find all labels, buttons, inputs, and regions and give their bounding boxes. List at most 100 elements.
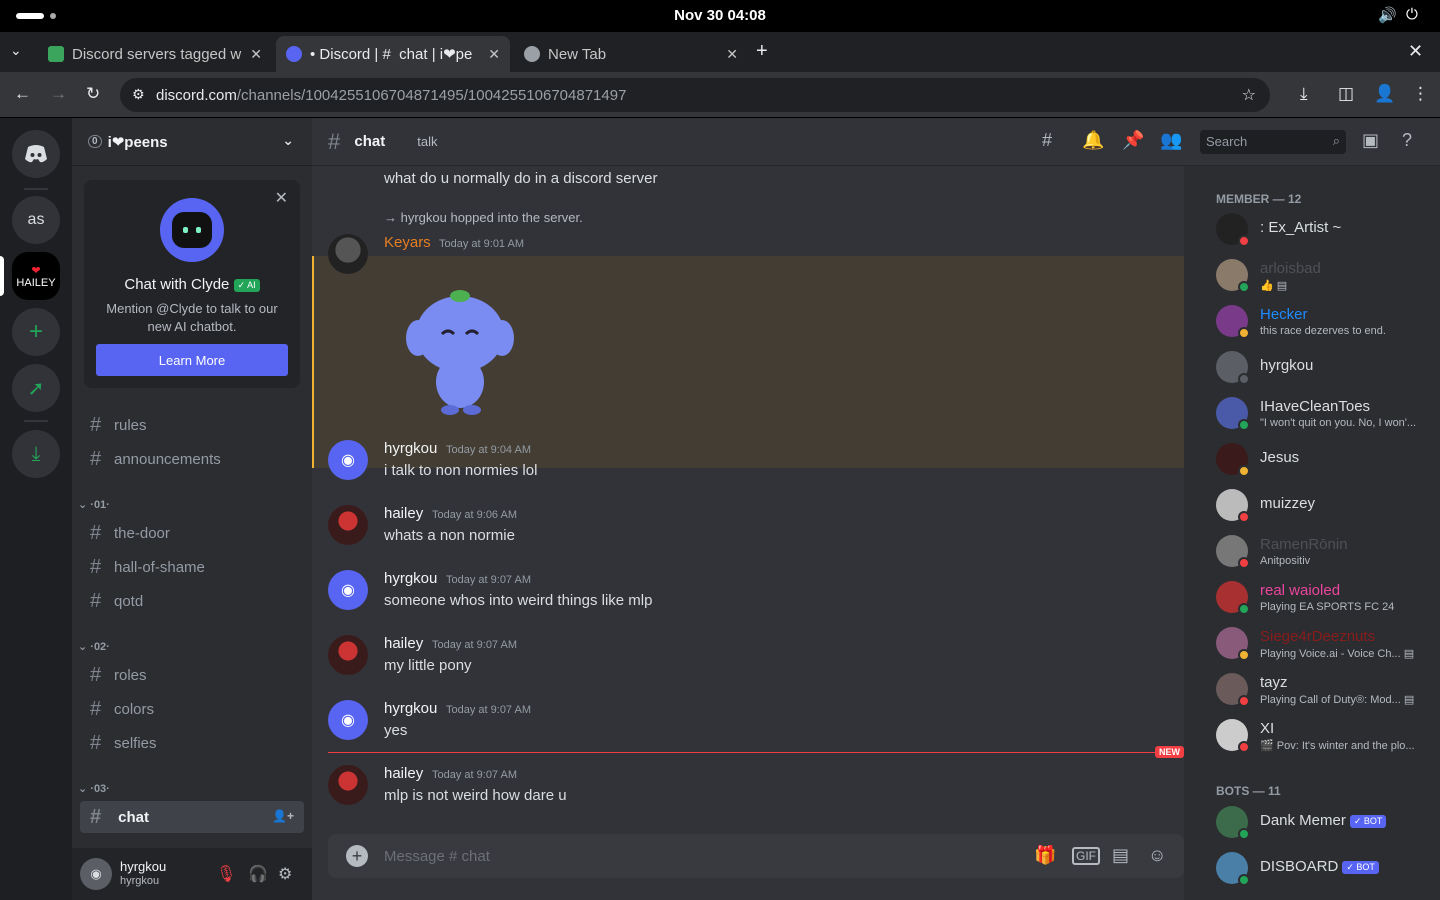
member-item[interactable]: RamenRōnin Anitpositiv [1208,530,1432,572]
power-icon[interactable]: ⏻ [1406,6,1418,23]
avatar[interactable] [328,635,368,675]
reload-icon[interactable]: ↻ [86,84,100,104]
attach-plus-icon[interactable]: + [346,845,368,867]
discord-avatar-icon[interactable]: ◉ [328,570,368,610]
message-input[interactable] [384,842,984,870]
kebab-menu-icon[interactable]: ⋮ [1412,84,1429,104]
url-bar[interactable]: ⚙ discord.com/channels/10042551067048714… [120,78,1270,112]
channel-selfies[interactable]: # selfies [80,727,304,759]
help-icon[interactable]: ? [1402,130,1412,151]
window-close-icon[interactable]: ✕ [1408,41,1423,62]
clyde-promo-card: ✕ Chat with Clyde ✓ AI Mention @Clyde to… [84,180,300,388]
message-author[interactable]: hyrgkou [384,700,437,717]
gear-icon[interactable]: ⚙ [278,864,292,884]
channel-the-door[interactable]: # the-door [80,517,304,549]
download-icon[interactable]: ⤓ [1300,84,1308,104]
threads-icon[interactable]: # [1042,130,1052,151]
channel-roles[interactable]: # roles [80,659,304,691]
sticker-icon[interactable]: ▤ [1112,845,1129,866]
search-input[interactable]: Search ⌕ [1200,130,1346,154]
channel-label: selfies [114,734,157,752]
message-author[interactable]: hailey [384,635,423,652]
discord-home-icon[interactable] [12,130,60,178]
emoji-icon[interactable]: ☺ [1148,845,1166,866]
avatar[interactable] [328,765,368,805]
volume-icon[interactable]: 🔊 [1378,6,1397,24]
message-author[interactable]: hyrgkou [384,440,437,457]
avatar[interactable]: ◉ [80,858,112,890]
member-item[interactable]: real waioled Playing EA SPORTS FC 24 [1208,576,1432,618]
forward-arrow-icon[interactable]: → [50,84,67,104]
bookmark-star-icon[interactable]: ☆ [1242,85,1256,105]
message-author[interactable]: Keyars [384,234,431,251]
category-02[interactable]: ⌄ ·02· [78,640,110,653]
channel-chat-selected[interactable]: # chat 👤+ [80,801,304,833]
system-clock[interactable]: Nov 30 04:08 [0,7,1440,24]
mic-muted-icon[interactable]: 🎙 [216,864,236,884]
member-item[interactable]: muizzey [1208,484,1432,526]
member-item[interactable]: IHaveCleanToes "I won't quit on you. No, … [1208,392,1432,434]
browser-tab[interactable]: New Tab ✕ [514,36,748,72]
close-icon[interactable]: ✕ [726,46,738,63]
side-panel-icon[interactable]: ◫ [1338,84,1354,104]
close-icon[interactable]: ✕ [488,46,500,63]
bell-icon[interactable]: 🔔 [1082,130,1104,151]
member-item[interactable]: DISBOARD ✓ BOT [1208,847,1432,889]
member-item[interactable]: : Ex_Artist ~ [1208,208,1432,250]
member-list-icon[interactable]: 👥 [1160,130,1182,151]
server-hailey[interactable]: ❤ HAILEY [12,252,60,300]
server-as[interactable]: as [12,196,60,244]
invite-member-icon[interactable]: 👤+ [272,809,294,823]
channel-colors[interactable]: # colors [80,693,304,725]
member-item[interactable]: tayz Playing Call of Duty®: Mod... ▤ [1208,668,1432,710]
message-author[interactable]: hailey [384,505,423,522]
user-names[interactable]: hyrgkou hyrgkou [120,859,166,889]
hash-icon: # [90,589,102,612]
member-name: Jesus [1260,449,1300,466]
gift-icon[interactable]: 🎁 [1034,845,1056,866]
avatar[interactable] [328,234,368,274]
hash-icon: # [90,555,102,578]
browser-tab[interactable]: Discord servers tagged w ✕ [38,36,272,72]
browser-tab-active[interactable]: • Discord | # chat | i❤pe ✕ [276,36,510,72]
channel-hall-of-shame[interactable]: # hall-of-shame [80,551,304,583]
channel-qotd[interactable]: # qotd [80,585,304,617]
member-item[interactable]: Siege4rDeeznuts Playing Voice.ai - Voice … [1208,622,1432,664]
tab-search-chevron-icon[interactable]: ⌄ [10,42,22,59]
category-01[interactable]: ⌄ ·01· [78,498,110,511]
server-header[interactable]: 0 i❤peens ⌄ [72,118,312,166]
avatar[interactable] [328,505,368,545]
member-item[interactable]: Jesus [1208,438,1432,480]
back-arrow-icon[interactable]: ← [14,84,31,104]
channel-header: # chat talk # 🔔 📌 👥 Search ⌕ ▣ ? [312,118,1440,166]
explore-compass-icon[interactable]: ➚ [12,364,60,412]
message-author[interactable]: hyrgkou [384,570,437,587]
headphones-icon[interactable]: 🎧 [248,864,268,884]
pin-icon[interactable]: 📌 [1122,130,1144,151]
channel-topic[interactable]: talk [409,134,437,149]
profile-icon[interactable]: 👤 [1374,84,1395,104]
download-apps-icon[interactable]: ⤓ [12,430,60,478]
member-item[interactable]: arloisbad 👍 ▤ [1208,254,1432,296]
member-item[interactable]: Hecker this race dezerves to end. [1208,300,1432,342]
tab-title: • Discord | # chat | i❤pe [310,46,473,63]
discord-avatar-icon[interactable]: ◉ [328,440,368,480]
inbox-icon[interactable]: ▣ [1362,130,1379,151]
discord-avatar-icon[interactable]: ◉ [328,700,368,740]
new-tab-plus-icon[interactable]: + [756,40,768,63]
channel-announcements[interactable]: # announcements [80,443,304,475]
message-author[interactable]: hailey [384,765,423,782]
learn-more-button[interactable]: Learn More [96,344,288,376]
gif-icon[interactable]: GIF [1072,847,1100,865]
channel-rules[interactable]: # rules [80,409,304,441]
wumpus-sticker[interactable] [400,282,520,416]
close-icon[interactable]: ✕ [275,188,288,208]
close-icon[interactable]: ✕ [250,46,262,63]
chevron-down-icon[interactable]: ⌄ [282,132,294,149]
member-item[interactable]: Dank Memer ✓ BOT [1208,801,1432,843]
member-item[interactable]: hyrgkou [1208,346,1432,388]
category-03[interactable]: ⌄ ·03· [78,782,110,795]
site-settings-icon[interactable]: ⚙ [132,86,145,103]
member-item[interactable]: XI 🎬 Pov: It's winter and the plo... [1208,714,1432,756]
add-server-icon[interactable]: + [12,308,60,356]
